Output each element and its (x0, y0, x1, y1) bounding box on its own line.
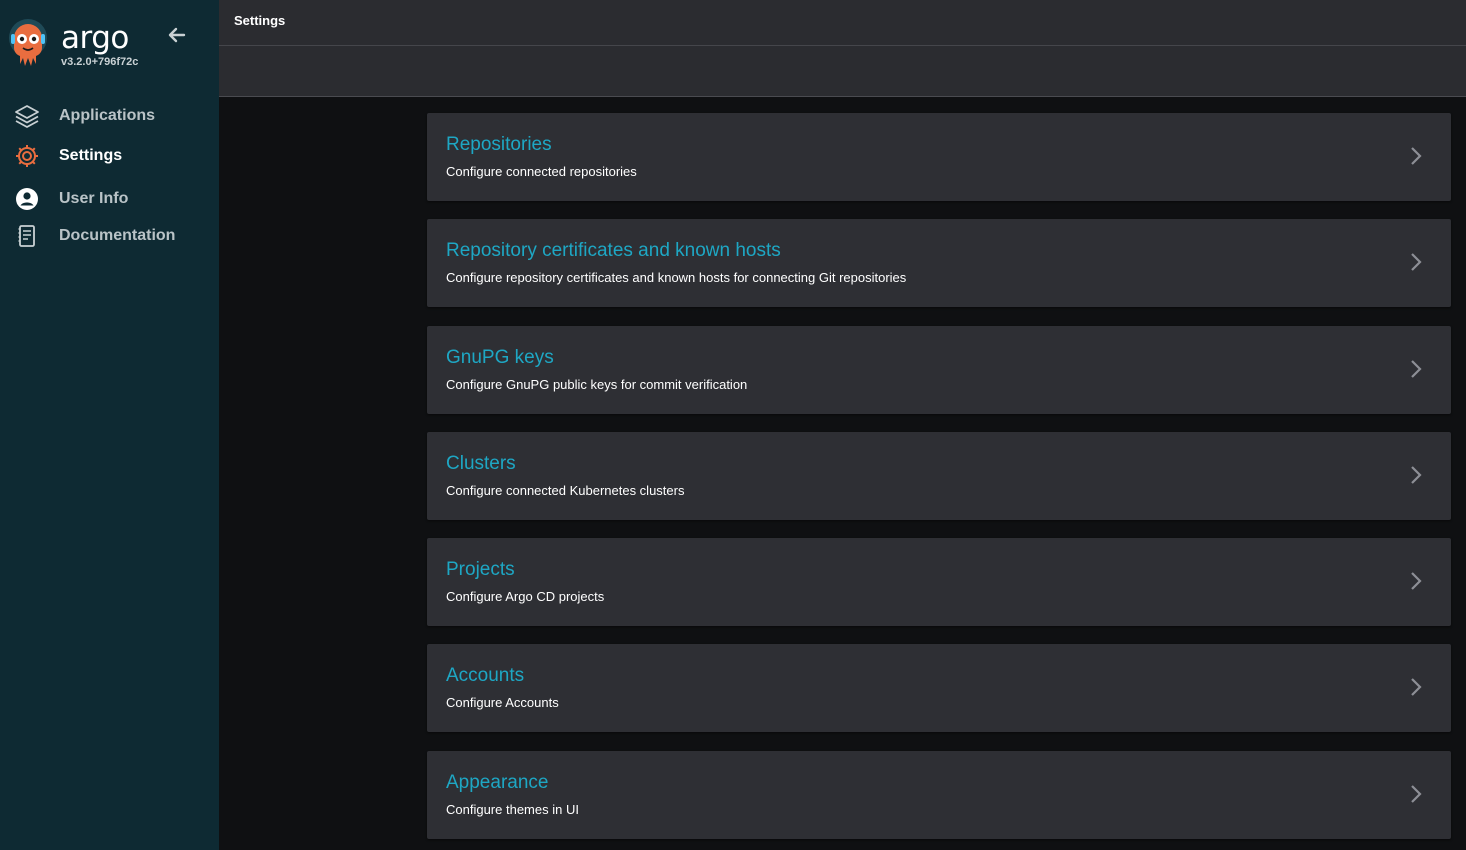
top-bar: Settings (219, 0, 1466, 46)
settings-card-repositories[interactable]: Repositories Configure connected reposit… (427, 113, 1451, 201)
card-description: Configure connected Kubernetes clusters (446, 483, 685, 498)
card-description: Configure GnuPG public keys for commit v… (446, 377, 748, 392)
sidebar: argo v3.2.0+796f72c Applications Setting… (0, 0, 219, 850)
card-description: Configure repository certificates and kn… (446, 270, 907, 285)
settings-card-accounts[interactable]: Accounts Configure Accounts (427, 644, 1451, 732)
sidebar-item-label: Applications (59, 107, 156, 124)
arrow-left-icon (168, 27, 186, 43)
sidebar-item-applications[interactable]: Applications (0, 98, 219, 134)
book-icon (14, 223, 40, 249)
brand-name: argo (61, 20, 129, 56)
chevron-right-icon (1411, 253, 1422, 271)
sidebar-item-settings[interactable]: Settings (0, 138, 219, 174)
card-title: Clusters (446, 453, 516, 474)
card-title: Repositories (446, 134, 552, 155)
chevron-right-icon (1411, 572, 1422, 590)
settings-card-gnupg-keys[interactable]: GnuPG keys Configure GnuPG public keys f… (427, 326, 1451, 414)
sidebar-item-label: Documentation (59, 227, 176, 244)
toolbar (219, 46, 1466, 97)
layers-icon (14, 103, 40, 129)
chevron-right-icon (1411, 360, 1422, 378)
chevron-right-icon (1411, 147, 1422, 165)
settings-card-clusters[interactable]: Clusters Configure connected Kubernetes … (427, 432, 1451, 520)
user-circle-icon (14, 186, 40, 212)
card-description: Configure connected repositories (446, 164, 637, 179)
settings-card-repository-certificates[interactable]: Repository certificates and known hosts … (427, 219, 1451, 307)
card-description: Configure Accounts (446, 695, 559, 710)
card-title: Appearance (446, 772, 549, 793)
settings-card-projects[interactable]: Projects Configure Argo CD projects (427, 538, 1451, 626)
sidebar-item-label: User Info (59, 190, 129, 207)
card-title: Repository certificates and known hosts (446, 240, 781, 261)
card-description: Configure Argo CD projects (446, 589, 605, 604)
settings-card-appearance[interactable]: Appearance Configure themes in UI (427, 751, 1451, 839)
page-title: Settings (234, 13, 286, 28)
version-label: v3.2.0+796f72c (61, 56, 139, 68)
chevron-right-icon (1411, 785, 1422, 803)
card-description: Configure themes in UI (446, 802, 579, 817)
card-title: Projects (446, 559, 515, 580)
chevron-right-icon (1411, 466, 1422, 484)
sidebar-item-documentation[interactable]: Documentation (0, 218, 219, 254)
argo-octopus-logo (9, 19, 47, 66)
sidebar-item-label: Settings (59, 147, 123, 164)
sidebar-item-user-info[interactable]: User Info (0, 181, 219, 217)
card-title: Accounts (446, 665, 525, 686)
collapse-sidebar-button[interactable] (164, 22, 190, 48)
card-title: GnuPG keys (446, 347, 554, 368)
chevron-right-icon (1411, 678, 1422, 696)
gear-icon (14, 143, 40, 169)
